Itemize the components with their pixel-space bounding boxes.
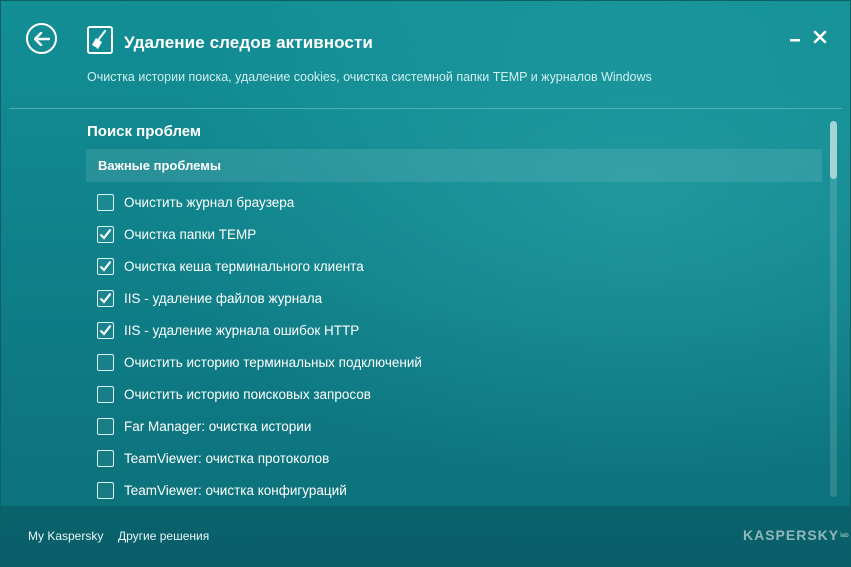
checkbox-item[interactable]: TeamViewer: очистка конфигураций: [97, 479, 347, 501]
checkbox-item[interactable]: Очистить журнал браузера: [97, 191, 294, 213]
checkbox-label: Far Manager: очистка истории: [124, 418, 312, 434]
other-solutions-link[interactable]: Другие решения: [118, 529, 209, 543]
checkbox[interactable]: [97, 257, 114, 275]
checkbox-item[interactable]: Очистить историю терминальных подключени…: [97, 351, 422, 373]
checkbox[interactable]: [97, 481, 114, 499]
scrollbar[interactable]: [830, 121, 837, 497]
checkbox[interactable]: [97, 449, 114, 467]
minimize-icon: [790, 39, 800, 42]
checkbox-label: Очистка папки TEMP: [124, 226, 257, 242]
close-button[interactable]: [811, 28, 829, 46]
checkbox[interactable]: [97, 321, 114, 339]
group-header-label: Важные проблемы: [98, 158, 221, 173]
checkbox-label: IIS - удаление журнала ошибок HTTP: [124, 322, 360, 338]
header-divider: [9, 108, 842, 109]
checkbox-label: Очистить историю терминальных подключени…: [124, 354, 422, 370]
checkbox-item[interactable]: Очистка папки TEMP: [97, 223, 256, 245]
back-button[interactable]: [26, 23, 57, 54]
checkbox[interactable]: [97, 353, 114, 371]
window-title: Удаление следов активности: [124, 33, 373, 52]
checkbox[interactable]: [97, 289, 114, 307]
app-window: Удаление следов активности Очистка истор…: [0, 0, 851, 567]
checkmark-icon: [99, 260, 112, 272]
checkbox-label: Очистить журнал браузера: [124, 194, 295, 210]
checkmark-icon: [99, 228, 112, 240]
checkbox-label: TeamViewer: очистка протоколов: [124, 450, 330, 466]
checkbox-label: Очистить историю поисковых запросов: [124, 386, 371, 402]
logo-suffix: lab: [840, 533, 849, 540]
logo-text: KASPERSKY: [743, 527, 840, 543]
back-arrow-icon: [33, 31, 50, 46]
window-subtitle: Очистка истории поиска, удаление cookies…: [87, 70, 652, 84]
checkbox-item[interactable]: Очистка кеша терминального клиента: [97, 255, 364, 277]
checkbox[interactable]: [97, 417, 114, 435]
scrollbar-thumb[interactable]: [830, 121, 837, 179]
section-title: Поиск проблем: [87, 123, 202, 140]
checkmark-icon: [99, 292, 112, 304]
checkbox[interactable]: [97, 385, 114, 403]
my-kaspersky-link[interactable]: My Kaspersky: [28, 529, 103, 543]
group-header: Важные проблемы: [86, 149, 822, 182]
checkbox-item[interactable]: IIS - удаление файлов журнала: [97, 287, 322, 309]
minimize-button[interactable]: [786, 28, 804, 46]
checkbox-label: IIS - удаление файлов журнала: [124, 290, 323, 306]
broom-icon: [87, 26, 113, 54]
checkbox[interactable]: [97, 225, 114, 243]
checkbox-label: TeamViewer: очистка конфигураций: [124, 482, 347, 498]
close-icon: [813, 30, 827, 44]
checkbox-item[interactable]: TeamViewer: очистка протоколов: [97, 447, 329, 469]
checkbox-item[interactable]: Far Manager: очистка истории: [97, 415, 311, 437]
checkbox[interactable]: [97, 193, 114, 211]
checkbox-label: Очистка кеша терминального клиента: [124, 258, 364, 274]
kaspersky-logo: KASPERSKYlab: [743, 527, 849, 543]
checkbox-item[interactable]: Очистить историю поисковых запросов: [97, 383, 371, 405]
checkmark-icon: [99, 324, 112, 336]
checkbox-item[interactable]: IIS - удаление журнала ошибок HTTP: [97, 319, 359, 341]
